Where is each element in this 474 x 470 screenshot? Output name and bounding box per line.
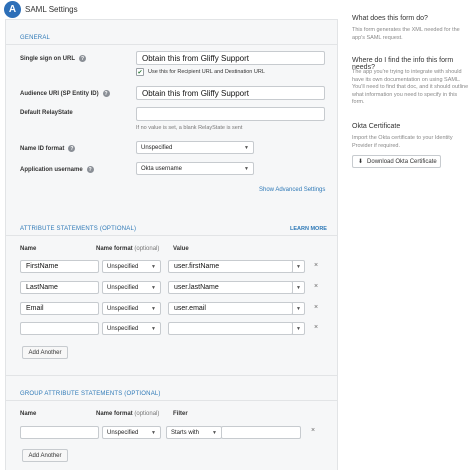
attribute-value-input[interactable]: user.lastName (168, 281, 293, 294)
remove-attribute-icon[interactable]: × (314, 283, 318, 290)
relay-state-label: Default RelayState (20, 110, 73, 116)
caret-down-icon: ▼ (212, 429, 217, 436)
relay-state-hint: If no value is set, a blank RelayState i… (136, 125, 243, 131)
attribute-value-dropdown[interactable]: ▼ (292, 302, 305, 315)
remove-attribute-icon[interactable]: × (314, 262, 318, 269)
sso-url-input[interactable]: Obtain this from Gliffy Support (136, 51, 325, 65)
attribute-format-select[interactable]: Unspecified ▼ (102, 322, 161, 335)
caret-down-icon: ▼ (151, 284, 156, 291)
download-certificate-button[interactable]: ⬇ Download Okta Certificate (352, 155, 441, 168)
caret-down-icon: ▼ (151, 429, 156, 436)
help-icon[interactable]: ? (68, 145, 76, 152)
group-filter-value-input[interactable] (221, 426, 301, 439)
column-header-format: Name format (optional) (96, 246, 160, 252)
audience-uri-input[interactable]: Obtain this from Gliffy Support (136, 86, 325, 100)
caret-down-icon: ▼ (244, 165, 249, 172)
section-title-general: GENERAL (20, 35, 51, 41)
show-advanced-settings-link[interactable]: Show Advanced Settings (259, 187, 325, 193)
section-title-group-attributes: GROUP ATTRIBUTE STATEMENTS (OPTIONAL) (20, 391, 161, 397)
group-filter-select[interactable]: Starts with ▼ (166, 426, 222, 439)
attribute-value-input[interactable] (168, 322, 293, 335)
app-username-select[interactable]: Okta username ▼ (136, 162, 254, 175)
help-heading-form-purpose: What does this form do? (352, 15, 428, 22)
caret-down-icon: ▼ (151, 325, 156, 332)
attribute-format-select[interactable]: Unspecified ▼ (102, 260, 161, 273)
attribute-format-select[interactable]: Unspecified ▼ (102, 302, 161, 315)
column-header-name: Name (20, 246, 37, 252)
remove-attribute-icon[interactable]: × (314, 324, 318, 331)
attribute-name-input[interactable]: Email (20, 302, 99, 315)
attribute-name-input[interactable]: FirstName (20, 260, 99, 273)
column-header-format: Name format (optional) (96, 411, 160, 417)
help-icon[interactable]: ? (102, 90, 110, 97)
attribute-value-dropdown[interactable]: ▼ (292, 281, 305, 294)
attribute-value-input[interactable]: user.firstName (168, 260, 293, 273)
column-header-filter: Filter (173, 411, 188, 417)
download-icon: ⬇ (358, 159, 364, 165)
help-text-form-purpose: This form generates the XML needed for t… (352, 27, 460, 41)
caret-down-icon: ▼ (296, 305, 301, 312)
sso-url-label: Single sign on URL ? (20, 55, 86, 62)
audience-uri-label: Audience URI (SP Entity ID) ? (20, 90, 110, 97)
caret-down-icon: ▼ (151, 305, 156, 312)
attribute-value-dropdown[interactable]: ▼ (292, 260, 305, 273)
help-text-find-info: The app you're trying to integrate with … (352, 69, 469, 105)
attribute-name-input[interactable] (20, 322, 99, 335)
divider (6, 235, 337, 236)
use-recipient-checkbox[interactable]: ✔ (136, 68, 144, 76)
okta-certificate-heading: Okta Certificate (352, 123, 401, 130)
name-id-format-label: Name ID format ? (20, 145, 76, 152)
okta-certificate-text: Import the Okta certificate to your Iden… (352, 135, 453, 149)
page-title: SAML Settings (25, 5, 78, 14)
attribute-name-input[interactable]: LastName (20, 281, 99, 294)
caret-down-icon: ▼ (244, 144, 249, 151)
saml-form-panel: GENERAL Single sign on URL ? Obtain this… (5, 19, 338, 470)
section-title-attributes: ATTRIBUTE STATEMENTS (OPTIONAL) (20, 226, 137, 232)
divider (6, 44, 337, 45)
remove-attribute-icon[interactable]: × (314, 304, 318, 311)
group-format-select[interactable]: Unspecified ▼ (102, 426, 161, 439)
divider (6, 400, 337, 401)
caret-down-icon: ▼ (296, 325, 301, 332)
step-badge: A (4, 1, 21, 18)
caret-down-icon: ▼ (296, 284, 301, 291)
caret-down-icon: ▼ (151, 263, 156, 270)
checkmark-icon: ✔ (137, 69, 143, 76)
column-header-name: Name (20, 411, 37, 417)
attribute-value-input[interactable]: user.email (168, 302, 293, 315)
attribute-value-dropdown[interactable]: ▼ (292, 322, 305, 335)
help-icon[interactable]: ? (79, 55, 86, 62)
group-name-input[interactable] (20, 426, 99, 439)
add-attribute-button[interactable]: Add Another (22, 346, 68, 359)
app-username-label: Application username ? (20, 166, 94, 173)
name-id-format-select[interactable]: Unspecified ▼ (136, 141, 254, 154)
column-header-value: Value (173, 246, 189, 252)
wizard-header: A SAML Settings (0, 0, 338, 19)
caret-down-icon: ▼ (296, 263, 301, 270)
use-recipient-label: Use this for Recipient URL and Destinati… (148, 69, 265, 75)
divider (6, 375, 337, 376)
remove-group-attribute-icon[interactable]: × (311, 427, 315, 434)
attribute-format-select[interactable]: Unspecified ▼ (102, 281, 161, 294)
help-icon[interactable]: ? (86, 166, 94, 173)
add-group-attribute-button[interactable]: Add Another (22, 449, 68, 462)
learn-more-link[interactable]: LEARN MORE (290, 226, 327, 232)
relay-state-input[interactable] (136, 107, 325, 121)
